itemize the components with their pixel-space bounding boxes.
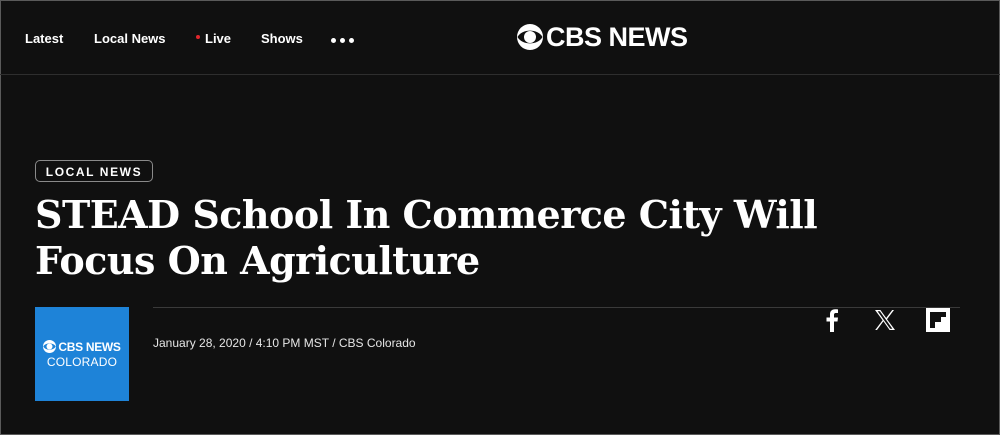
logo-text: CBS NEWS	[546, 22, 688, 52]
station-logo-row: CBS NEWS	[43, 339, 121, 354]
nav-shows[interactable]: Shows	[261, 31, 303, 46]
facebook-icon[interactable]	[820, 308, 844, 332]
article-byline: January 28, 2020 / 4:10 PM MST / CBS Col…	[153, 336, 416, 350]
station-logo-line2: COLORADO	[46, 354, 118, 369]
nav-local-news[interactable]: Local News	[94, 31, 166, 46]
cbs-eye-small-icon	[43, 340, 57, 353]
x-icon[interactable]	[873, 308, 897, 332]
flipboard-icon[interactable]	[926, 308, 950, 332]
nav-live-label: Live	[205, 31, 232, 46]
station-logo-line1: CBS NEWS	[58, 339, 121, 354]
nav-live[interactable]: Live	[196, 31, 231, 46]
category-badge[interactable]: LOCAL NEWS	[35, 160, 153, 182]
more-dots-icon[interactable]	[331, 38, 355, 44]
cbs-news-logo[interactable]: CBS NEWS	[517, 22, 688, 52]
cbs-colorado-logo[interactable]: CBS NEWS COLORADO	[35, 307, 129, 401]
nav-latest[interactable]: Latest	[25, 31, 63, 46]
live-dot-icon	[196, 34, 200, 39]
cbs-eye-icon	[517, 24, 543, 50]
top-nav: Latest Local News Live Shows CBS NEWS	[0, 0, 1000, 75]
article-headline: STEAD School In Commerce City Will Focus…	[35, 192, 818, 283]
